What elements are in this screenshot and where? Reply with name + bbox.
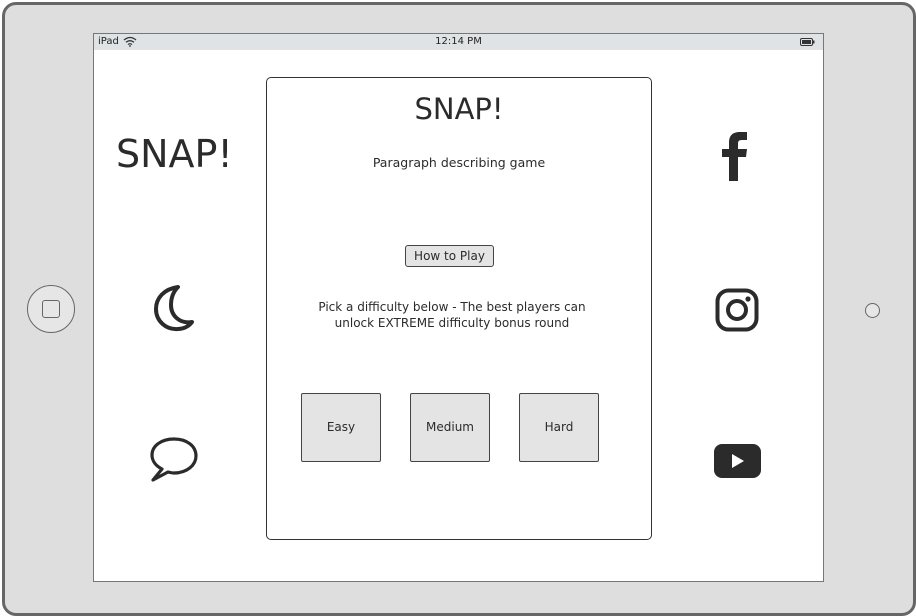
home-square-icon [42,300,60,318]
youtube-icon[interactable] [714,444,761,478]
difficulty-instructions: Pick a difficulty below - The best playe… [307,299,597,331]
medium-button[interactable]: Medium [410,393,490,462]
game-description: Paragraph describing game [372,155,546,170]
status-time: 12:14 PM [435,36,482,47]
moon-icon[interactable] [154,284,196,332]
logo: SNAP! [116,132,233,176]
screen: iPad 12:14 PM SNAP! SNAP! Paragraph desc… [93,33,824,582]
card-title: SNAP! [414,92,504,126]
facebook-icon[interactable] [721,131,749,181]
home-button[interactable] [27,285,75,333]
hard-button[interactable]: Hard [519,393,599,462]
battery-icon [800,38,815,46]
instructions-line-1: Pick a difficulty below - The best playe… [318,300,586,314]
game-card: SNAP! Paragraph describing game How to P… [266,77,652,540]
camera-icon [865,303,880,318]
status-bar: iPad 12:14 PM [94,34,823,50]
easy-button[interactable]: Easy [301,393,381,462]
instagram-icon[interactable] [715,288,759,332]
chat-bubble-icon[interactable] [148,437,200,483]
how-to-play-button[interactable]: How to Play [405,245,494,267]
instructions-line-2: unlock EXTREME difficulty bonus round [334,316,570,330]
